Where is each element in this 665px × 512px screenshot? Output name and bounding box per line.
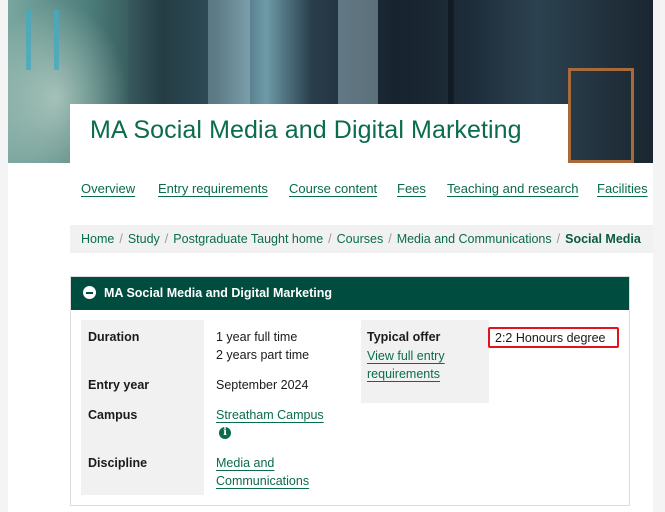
breadcrumb-courses[interactable]: Courses (337, 232, 384, 246)
entry-year-label: Entry year (88, 378, 150, 392)
course-summary-panel: MA Social Media and Digital Marketing Du… (70, 276, 630, 506)
tab-fees[interactable]: Fees (397, 181, 426, 196)
title-card: MA Social Media and Digital Marketing (70, 104, 568, 163)
breadcrumb-postgraduate-taught-home[interactable]: Postgraduate Taught home (173, 232, 323, 246)
course-summary-toggle[interactable]: MA Social Media and Digital Marketing (71, 277, 629, 310)
tab-teaching-and-research[interactable]: Teaching and research (447, 181, 579, 196)
course-page: MA Social Media and Digital Marketing Ov… (8, 0, 653, 512)
breadcrumb-study[interactable]: Study (128, 232, 160, 246)
tab-facilities[interactable]: Facilities (597, 181, 648, 196)
page-title: MA Social Media and Digital Marketing (90, 116, 522, 144)
campus-link[interactable]: Streatham Campus (216, 406, 324, 424)
breadcrumb-separator: / (388, 232, 392, 246)
duration-part-time: 2 years part time (216, 348, 310, 362)
typical-offer-highlight: 2:2 Honours degree (488, 327, 619, 348)
breadcrumb-current: Social Media (565, 232, 641, 246)
view-entry-requirements-link-line2[interactable]: requirements (367, 365, 440, 383)
tab-entry-requirements[interactable]: Entry requirements (158, 181, 268, 196)
view-entry-requirements-link-line1[interactable]: View full entry (367, 347, 445, 365)
tab-course-content[interactable]: Course content (289, 181, 377, 196)
entry-year-value: September 2024 (216, 378, 309, 392)
panel-heading: MA Social Media and Digital Marketing (104, 286, 333, 300)
typical-offer-value: 2:2 Honours degree (495, 331, 606, 345)
duration-label: Duration (88, 330, 140, 344)
minus-circle-icon[interactable] (83, 286, 96, 299)
discipline-link-line2[interactable]: Communications (216, 472, 309, 490)
breadcrumb-separator: / (328, 232, 332, 246)
typical-offer-label: Typical offer (367, 330, 441, 344)
breadcrumb-home[interactable]: Home (81, 232, 114, 246)
breadcrumb: Home / Study / Postgraduate Taught home / Cour… (70, 225, 653, 253)
info-icon[interactable]: i (219, 427, 231, 439)
breadcrumb-separator: / (164, 232, 169, 246)
duration-full-time: 1 year full time (216, 330, 298, 344)
breadcrumb-media-and-communications[interactable]: Media and Communications (397, 232, 552, 246)
campus-label: Campus (88, 408, 138, 422)
discipline-label: Discipline (88, 456, 148, 470)
tab-overview[interactable]: Overview (81, 181, 135, 196)
breadcrumb-separator: / (556, 232, 561, 246)
breadcrumb-separator: / (119, 232, 123, 246)
discipline-link-line1[interactable]: Media and (216, 454, 274, 472)
